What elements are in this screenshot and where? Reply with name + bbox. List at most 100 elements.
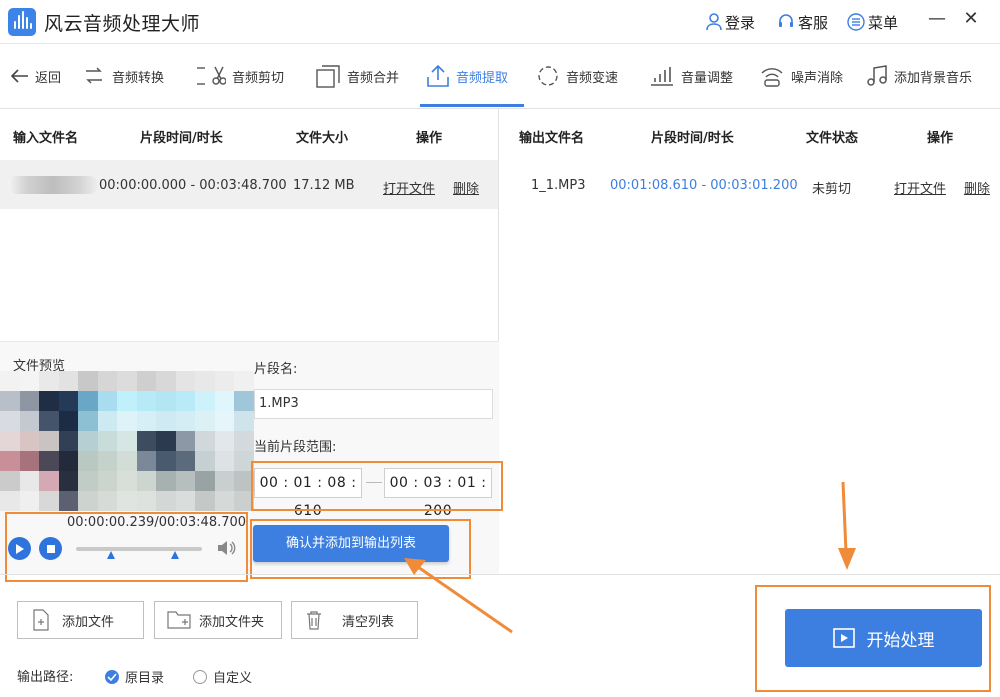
menu-icon	[847, 13, 865, 31]
thumbnail-pixel	[39, 491, 59, 511]
open-file-link[interactable]: 打开文件	[894, 178, 946, 197]
thumbnail-pixel	[39, 431, 59, 451]
thumbnail-pixel	[78, 411, 98, 431]
column-header: 输出文件名	[519, 131, 585, 146]
thumbnail-pixel	[97, 471, 118, 491]
thumbnail-pixel	[195, 411, 215, 431]
radio-unchecked-icon	[193, 669, 207, 684]
thumbnail-pixel	[78, 431, 98, 451]
thumbnail-pixel	[78, 371, 98, 391]
tool-audio-merge[interactable]: 音频合并	[315, 62, 399, 90]
arrow-head-start	[838, 548, 856, 570]
thumbnail-pixel	[117, 391, 137, 411]
tool-label: 添加背景音乐	[894, 70, 973, 86]
thumbnail-pixel	[234, 371, 254, 391]
minimize-button[interactable]: —	[925, 8, 949, 29]
trash-icon	[307, 611, 321, 630]
delete-link[interactable]: 删除	[453, 178, 479, 197]
delete-link[interactable]: 删除	[964, 178, 990, 197]
column-header: 操作	[927, 131, 954, 146]
add-file-icon	[33, 609, 49, 631]
thumbnail-pixel	[136, 451, 157, 471]
tool-volume-adjust[interactable]: 音量调整	[649, 62, 733, 90]
thumbnail-pixel	[214, 391, 235, 411]
thumbnail-pixel	[175, 471, 196, 491]
thumbnail-pixel	[117, 411, 137, 431]
column-header: 文件大小	[296, 131, 349, 146]
thumbnail-pixel	[175, 391, 196, 411]
noise-icon	[761, 68, 783, 87]
close-button[interactable]: ✕	[959, 8, 983, 29]
thumbnail-pixel	[0, 371, 20, 391]
app-logo-icon	[8, 8, 36, 36]
highlight-confirm-button	[250, 519, 471, 579]
thumbnail-pixel	[58, 491, 79, 511]
add-file-button[interactable]: 添加文件	[17, 601, 144, 639]
add-folder-button[interactable]: 添加文件夹	[154, 601, 282, 639]
input-file-table: 输入文件名 片段时间/时长 文件大小 操作 00:00:00.000 - 00:…	[0, 109, 499, 341]
thumbnail-pixel	[58, 391, 79, 411]
thumbnail-pixel	[156, 411, 176, 431]
tool-label: 噪声消除	[791, 70, 844, 86]
thumbnail-pixel	[0, 411, 20, 431]
radio-checked-icon	[105, 669, 119, 684]
radio-custom-dir[interactable]: 自定义	[193, 667, 252, 686]
thumbnail-pixel	[19, 451, 40, 471]
thumbnail-pixel	[39, 391, 59, 411]
thumbnail-pixel	[97, 491, 118, 511]
thumbnail-pixel	[58, 411, 79, 431]
user-icon	[706, 13, 722, 31]
clear-list-button[interactable]: 清空列表	[291, 601, 418, 639]
tool-label: 音频合并	[347, 70, 400, 86]
thumbnail-pixel	[214, 371, 235, 391]
tool-audio-convert[interactable]: 音频转换	[82, 62, 164, 90]
thumbnail-pixel	[117, 471, 137, 491]
thumbnail-pixel	[39, 471, 59, 491]
output-path-label: 输出路径:	[17, 670, 74, 685]
thumbnail-pixel	[156, 491, 176, 511]
column-header: 片段时间/时长	[140, 131, 223, 146]
thumbnail-pixel	[175, 491, 196, 511]
play-square-icon	[832, 628, 855, 648]
file-status: 未剪切	[812, 182, 852, 197]
tool-audio-speed[interactable]: 音频变速	[536, 62, 618, 90]
segment-range-label: 当前片段范围:	[254, 440, 337, 455]
tool-noise-removal[interactable]: 噪声消除	[759, 62, 843, 90]
thumbnail-pixel	[58, 451, 79, 471]
column-header: 操作	[416, 131, 443, 146]
thumbnail-pixel	[0, 451, 20, 471]
thumbnail-pixel	[78, 451, 98, 471]
column-header: 片段时间/时长	[651, 131, 734, 146]
menu-button[interactable]: 菜单	[847, 11, 898, 33]
login-button[interactable]: 登录	[706, 11, 755, 33]
tool-label: 音频剪切	[232, 70, 285, 86]
thumbnail-pixel	[156, 431, 176, 451]
tool-audio-extract[interactable]: 音频提取	[426, 62, 508, 90]
thumbnail-pixel	[97, 391, 118, 411]
thumbnail-pixel	[175, 411, 196, 431]
thumbnail-pixel	[234, 431, 254, 451]
back-button[interactable]: 返回	[11, 62, 61, 90]
output-file-name: 1_1.MP3	[531, 178, 586, 193]
volume-bars-icon	[651, 67, 673, 86]
highlight-player	[5, 512, 248, 582]
thumbnail-pixel	[175, 371, 196, 391]
thumbnail-pixel	[117, 491, 137, 511]
file-size: 17.12 MB	[293, 178, 355, 193]
tool-audio-cut[interactable]: 音频剪切	[196, 62, 284, 90]
tool-add-bgm[interactable]: 添加背景音乐	[866, 62, 972, 90]
customer-service-button[interactable]: 客服	[777, 11, 828, 33]
thumbnail-pixel	[78, 471, 98, 491]
radio-original-dir[interactable]: 原目录	[105, 667, 164, 686]
radio-label: 自定义	[213, 671, 253, 686]
title-bar: 风云音频处理大师 登录 客服 菜单 — ✕	[0, 0, 1000, 44]
arrow-left-icon	[11, 69, 28, 83]
start-processing-button[interactable]: 开始处理	[785, 609, 982, 667]
file-name-blurred	[8, 176, 98, 194]
thumbnail-pixel	[136, 471, 157, 491]
segment-name-input[interactable]: 1.MP3	[254, 389, 493, 419]
menu-label: 菜单	[868, 13, 899, 32]
thumbnail-pixel	[19, 431, 40, 451]
thumbnail-pixel	[136, 411, 157, 431]
open-file-link[interactable]: 打开文件	[383, 178, 435, 197]
